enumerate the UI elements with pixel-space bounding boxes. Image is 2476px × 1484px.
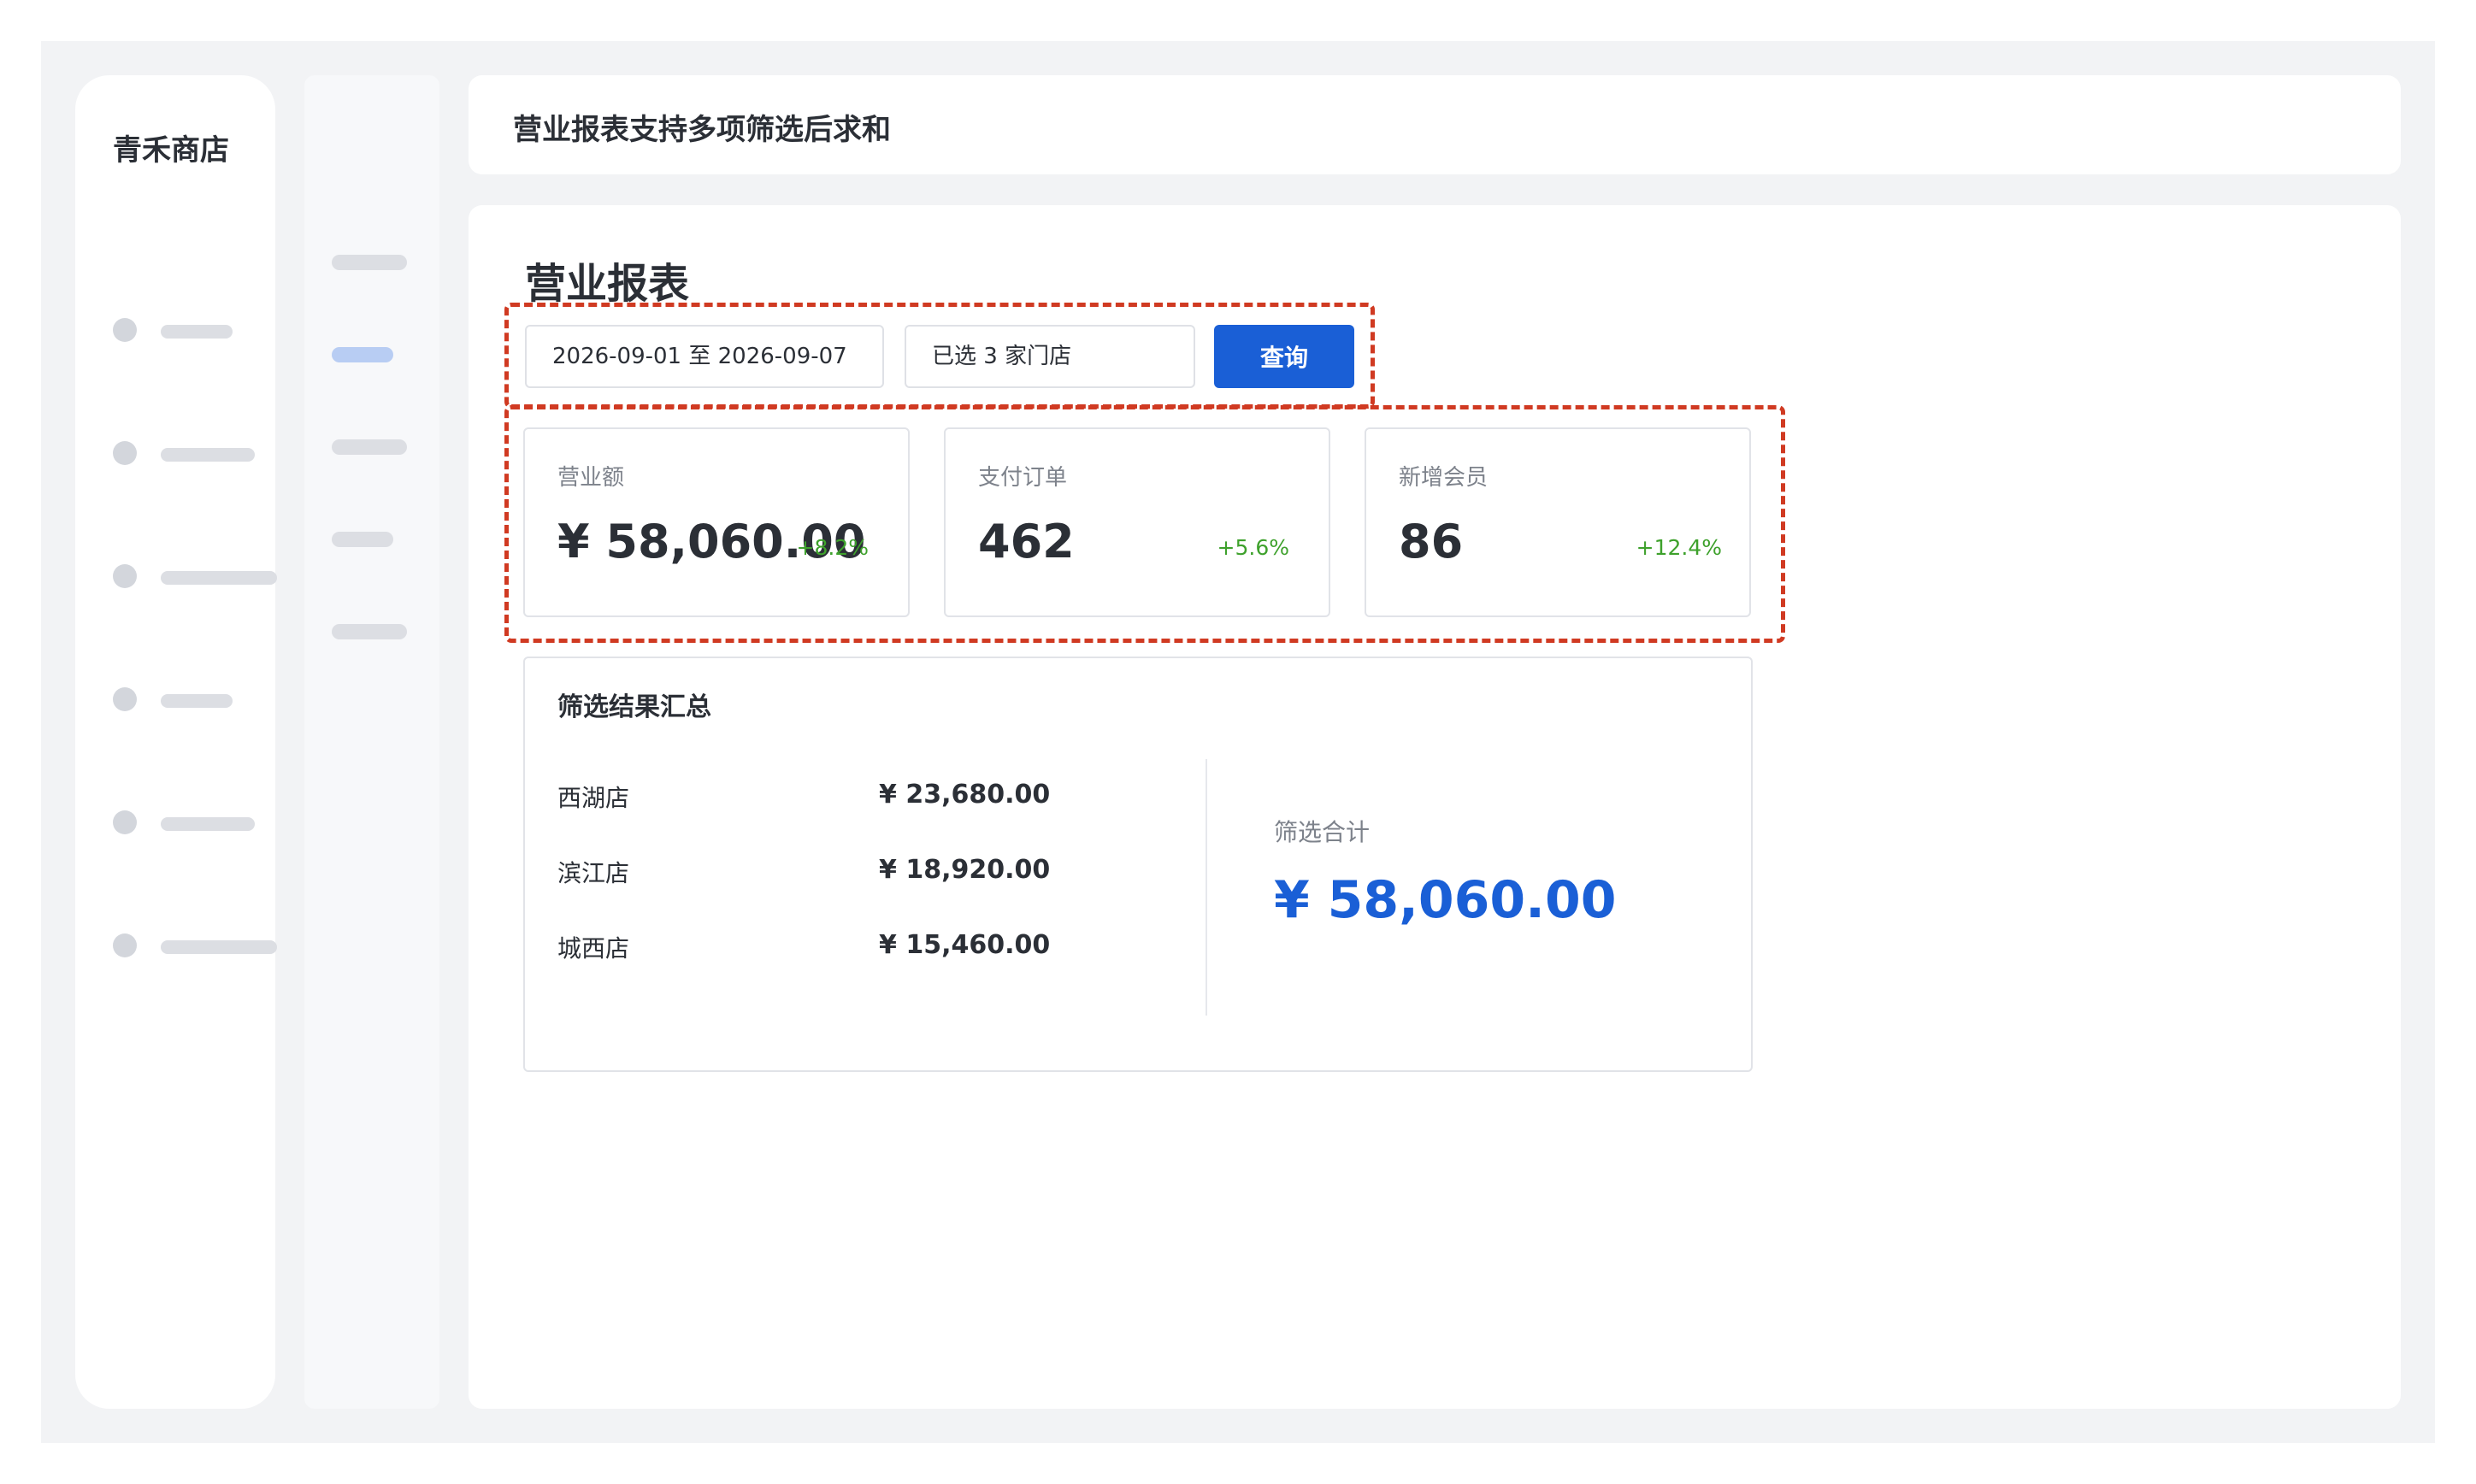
sidebar-item-placeholder [161,694,233,708]
nav-dot-icon [113,810,137,834]
subnav-item-2-active[interactable] [332,347,393,362]
secondary-nav [304,75,439,1409]
sidebar-item-5[interactable] [113,810,284,836]
store-name: 城西店 [557,934,630,963]
date-range-field[interactable]: 2026-09-01 至 2026-09-07 [525,325,884,388]
store-amount: ¥ 23,680.00 [879,780,1051,810]
summary-title: 筛选结果汇总 [557,692,711,722]
sidebar-item-placeholder [161,571,277,585]
nav-dot-icon [113,564,137,588]
kpi-label: 支付订单 [978,465,1068,491]
sidebar-item-1[interactable] [113,318,284,344]
total-value: ¥ 58,060.00 [1274,870,1617,930]
store-row: 城西店 ¥ 15,460.00 [557,930,1070,964]
kpi-card-members: 新增会员 86 +12.4% [1365,427,1751,617]
kpi-delta: +12.4% [1636,535,1722,560]
nav-dot-icon [113,441,137,465]
sidebar: 青禾商店 [75,75,277,1409]
header-title: 营业报表支持多项筛选后求和 [513,113,891,147]
page-title: 营业报表 [525,260,690,308]
subnav-item-3[interactable] [332,439,407,455]
kpi-label: 新增会员 [1399,465,1489,491]
subnav-item-1[interactable] [332,255,407,270]
store-amount: ¥ 18,920.00 [879,855,1051,885]
top-bar: 营业报表支持多项筛选后求和 [469,75,2401,174]
kpi-card-orders: 支付订单 462 +5.6% [944,427,1330,617]
sidebar-item-4[interactable] [113,687,284,713]
query-button[interactable]: 查询 [1214,325,1354,388]
summary-panel: 筛选结果汇总 西湖店 ¥ 23,680.00 滨江店 ¥ 18,920.00 城… [523,657,1753,1072]
store-select-field[interactable]: 已选 3 家门店 [905,325,1195,388]
subnav-item-5[interactable] [332,624,407,639]
store-amount: ¥ 15,460.00 [879,930,1051,960]
store-name: 西湖店 [557,784,630,812]
brand-name: 青禾商店 [113,133,229,168]
kpi-card-revenue: 营业额 ¥ 58,060.00 +8.2% [523,427,910,617]
store-row: 西湖店 ¥ 23,680.00 [557,780,1070,814]
kpi-delta: +5.6% [1217,535,1289,560]
nav-dot-icon [113,318,137,342]
sidebar-item-placeholder [161,325,233,339]
sidebar-item-placeholder [161,448,255,462]
sidebar-item-6[interactable] [113,933,284,959]
store-name: 滨江店 [557,859,630,887]
total-label: 筛选合计 [1274,818,1371,846]
store-row: 滨江店 ¥ 18,920.00 [557,855,1070,889]
sidebar-item-3[interactable] [113,564,284,590]
nav-dot-icon [113,933,137,957]
sidebar-item-placeholder [161,940,277,954]
kpi-delta: +8.2% [796,535,869,560]
nav-dot-icon [113,687,137,711]
kpi-value: 462 [978,515,1075,568]
sidebar-item-placeholder [161,817,255,831]
summary-divider [1206,759,1207,1016]
main-panel: 营业报表 2026-09-01 至 2026-09-07 已选 3 家门店 查询… [469,205,2401,1409]
sidebar-item-2[interactable] [113,441,284,467]
kpi-label: 营业额 [557,465,625,491]
kpi-value: 86 [1399,515,1464,568]
subnav-item-4[interactable] [332,532,393,547]
